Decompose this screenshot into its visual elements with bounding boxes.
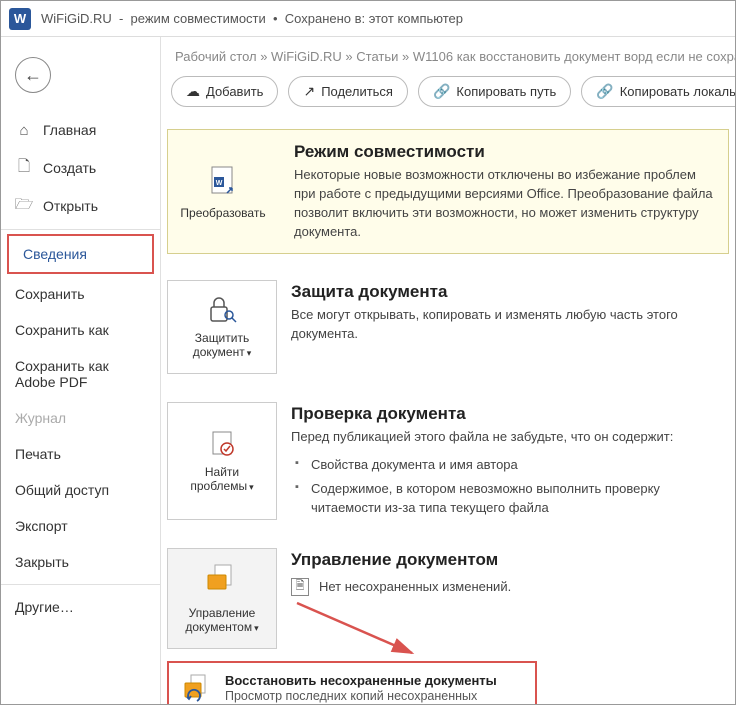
inspect-bullets: Свойства документа и имя автора Содержим…	[291, 453, 729, 520]
inspect-desc: Перед публикацией этого файла не забудьт…	[291, 428, 729, 447]
home-icon: ⌂	[15, 121, 33, 139]
copy-path-button[interactable]: 🔗 Копировать путь	[418, 76, 571, 107]
sidebar-item-save-pdf[interactable]: Сохранить как Adobe PDF	[1, 348, 160, 400]
sidebar-item-new[interactable]: 🗋 Создать	[1, 149, 160, 187]
sidebar-item-label: Закрыть	[15, 554, 69, 570]
recover-desc: Просмотр последних копий несохраненных ф…	[225, 688, 521, 704]
sidebar-item-label: Сохранить как Adobe PDF	[15, 358, 146, 390]
btn-label: Копировать локальный путь	[620, 84, 735, 99]
chevron-down-icon: ▾	[247, 348, 252, 358]
btn-label: Копировать путь	[456, 84, 556, 99]
recover-title: Восстановить несохраненные документы	[225, 673, 521, 688]
sidebar-item-close[interactable]: Закрыть	[1, 544, 160, 580]
sidebar-item-open[interactable]: 🗁 Открыть	[1, 187, 160, 225]
inspect-body: Проверка документа Перед публикацией это…	[291, 402, 729, 519]
breadcrumb: Рабочий стол » WiFiGiD.RU » Статьи » W11…	[167, 47, 729, 76]
inspect-document-button[interactable]: Найти проблемы▾	[167, 402, 277, 519]
copy-local-path-button[interactable]: 🔗 Копировать локальный путь	[581, 76, 735, 107]
compat-title: Режим совместимости	[294, 142, 716, 162]
folder-doc-icon	[205, 563, 239, 600]
sidebar-item-label: Общий доступ	[15, 482, 109, 498]
new-doc-icon: 🗋	[15, 159, 33, 177]
convert-button[interactable]: W Преобразовать	[168, 130, 278, 253]
title-bar: W WiFiGiD.RU - режим совместимости • Сох…	[1, 1, 735, 37]
arrow-left-icon: ←	[24, 65, 42, 86]
back-button[interactable]: ←	[15, 57, 51, 93]
sidebar-item-label: Сохранить	[15, 286, 85, 302]
folder-restore-icon	[183, 673, 213, 704]
share-icon: ↗	[303, 83, 315, 100]
inspect-section: Найти проблемы▾ Проверка документа Перед…	[167, 402, 729, 519]
lock-search-icon	[205, 295, 239, 325]
content-area: ← ⌂ Главная 🗋 Создать 🗁 Открыть Сведения…	[1, 37, 735, 704]
sidebar-item-label: Сведения	[23, 246, 87, 262]
sidebar-item-print[interactable]: Печать	[1, 436, 160, 472]
doc-name: WiFiGiD.RU	[41, 11, 112, 26]
compat-card: W Преобразовать Режим совместимости Неко…	[167, 129, 729, 254]
protect-section: Защитить документ▾ Защита документа Все …	[167, 280, 729, 374]
btn-label: Поделиться	[321, 84, 393, 99]
action-row: ☁ Добавить ↗ Поделиться 🔗 Копировать пут…	[167, 76, 729, 107]
sidebar-item-share[interactable]: Общий доступ	[1, 472, 160, 508]
window-title: WiFiGiD.RU - режим совместимости • Сохра…	[41, 11, 463, 26]
saved-location: Сохранено в: этот компьютер	[285, 11, 463, 26]
no-unsaved-text: Нет несохраненных изменений.	[319, 579, 511, 594]
btn-label: Преобразовать	[180, 206, 265, 220]
sidebar-item-more[interactable]: Другие…	[1, 589, 160, 625]
chevron-down-icon: ▾	[254, 623, 259, 633]
sidebar-item-home[interactable]: ⌂ Главная	[1, 111, 160, 149]
sidebar-item-export[interactable]: Экспорт	[1, 508, 160, 544]
inspect-bullet: Свойства документа и имя автора	[291, 453, 729, 477]
sidebar-item-label: Журнал	[15, 410, 66, 426]
sidebar-item-label: Создать	[43, 160, 96, 176]
chevron-down-icon: ▾	[249, 482, 254, 492]
word-app-icon: W	[9, 8, 31, 30]
btn-label: Добавить	[206, 84, 263, 99]
btn-label: Найти проблемы▾	[174, 465, 270, 493]
protect-desc: Все могут открывать, копировать и изменя…	[291, 306, 729, 344]
manage-title: Управление документом	[291, 550, 729, 570]
manage-body: Управление документом 🗎 Нет несохраненны…	[291, 548, 729, 649]
main-panel: Рабочий стол » WiFiGiD.RU » Статьи » W11…	[161, 37, 735, 704]
svg-text:W: W	[216, 180, 223, 187]
sidebar: ← ⌂ Главная 🗋 Создать 🗁 Открыть Сведения…	[1, 37, 161, 704]
open-folder-icon: 🗁	[15, 197, 33, 215]
sidebar-item-save-as[interactable]: Сохранить как	[1, 312, 160, 348]
add-button[interactable]: ☁ Добавить	[171, 76, 278, 107]
inspect-bullet: Содержимое, в котором невозможно выполни…	[291, 477, 729, 519]
sidebar-item-info[interactable]: Сведения	[7, 234, 154, 274]
inspect-title: Проверка документа	[291, 404, 729, 424]
compat-body: Режим совместимости Некоторые новые возм…	[278, 130, 728, 253]
sidebar-item-label: Сохранить как	[15, 322, 109, 338]
sidebar-item-label: Печать	[15, 446, 61, 462]
manage-section: Управление документом▾ Управление докуме…	[167, 548, 729, 649]
doc-small-icon: 🗎	[291, 578, 309, 596]
recover-text: Восстановить несохраненные документы Про…	[225, 673, 521, 704]
recover-unsaved-menuitem[interactable]: Восстановить несохраненные документы Про…	[167, 661, 537, 704]
sidebar-item-label: Открыть	[43, 198, 98, 214]
protect-title: Защита документа	[291, 282, 729, 302]
divider	[1, 229, 160, 230]
sidebar-item-label: Главная	[43, 122, 96, 138]
protect-document-button[interactable]: Защитить документ▾	[167, 280, 277, 374]
manage-document-button[interactable]: Управление документом▾	[167, 548, 277, 649]
sidebar-item-label: Другие…	[15, 599, 74, 615]
upload-cloud-icon: ☁	[186, 83, 200, 100]
btn-label: Защитить документ▾	[174, 331, 270, 359]
compat-desc: Некоторые новые возможности отключены во…	[294, 166, 716, 241]
sidebar-item-history: Журнал	[1, 400, 160, 436]
protect-body: Защита документа Все могут открывать, ко…	[291, 280, 729, 374]
share-button[interactable]: ↗ Поделиться	[288, 76, 408, 107]
sidebar-item-save[interactable]: Сохранить	[1, 276, 160, 312]
word-doc-convert-icon: W	[205, 164, 241, 200]
doc-check-icon	[207, 429, 237, 459]
link-icon: 🔗	[433, 83, 450, 100]
sidebar-item-label: Экспорт	[15, 518, 68, 534]
link-icon: 🔗	[596, 83, 613, 100]
compat-mode-label: режим совместимости	[131, 11, 266, 26]
divider	[1, 584, 160, 585]
btn-label: Управление документом▾	[174, 606, 270, 634]
no-unsaved-row: 🗎 Нет несохраненных изменений.	[291, 578, 729, 596]
